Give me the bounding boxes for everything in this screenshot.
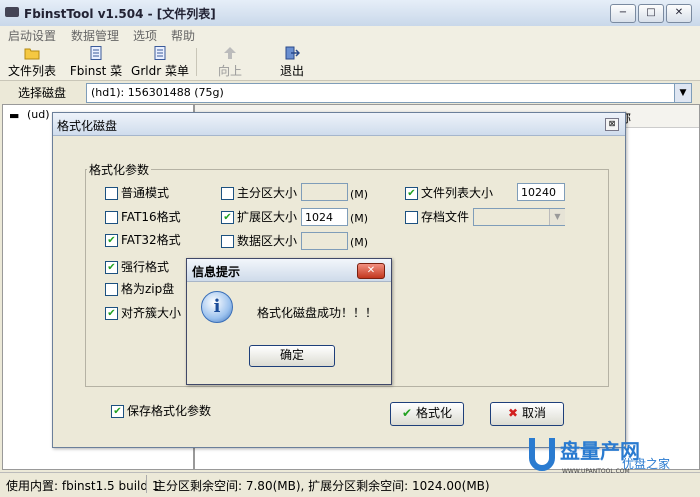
checkbox-label: 对齐簇大小: [121, 306, 182, 320]
checkbox-label: 普通模式: [121, 186, 170, 200]
close-icon[interactable]: ⊠: [605, 118, 619, 131]
close-button[interactable]: ✕: [666, 4, 692, 23]
status-divider: [146, 475, 147, 493]
format-params-title: 格式化参数: [87, 161, 152, 178]
ok-button[interactable]: 确定: [249, 345, 335, 367]
checkbox-label: FAT32格式: [121, 233, 181, 247]
document-icon: [154, 46, 166, 60]
svg-text:WWW.UPANTOOL.COM: WWW.UPANTOOL.COM: [562, 468, 630, 474]
checkmark-icon[interactable]: ✔: [111, 405, 124, 418]
file-list-button[interactable]: 文件列表: [6, 46, 58, 79]
menu-help[interactable]: 帮助: [171, 27, 195, 44]
status-space: 主分区剩余空间: 7.80(MB), 扩展分区剩余空间: 1024.00(MB): [154, 479, 490, 493]
chevron-down-icon[interactable]: ▼: [674, 84, 691, 102]
menu-bar: 启动设置 数据管理 选项 帮助: [0, 26, 700, 44]
message-titlebar: 信息提示 ✕: [187, 259, 391, 282]
checkmark-icon[interactable]: ✔: [105, 261, 118, 274]
extended-size-unit: (M): [350, 212, 369, 225]
checkbox-box[interactable]: [105, 283, 118, 296]
window-title: FbinstTool v1.504 - [文件列表]: [24, 7, 216, 21]
menu-options[interactable]: 选项: [133, 27, 157, 44]
checkbox-label: FAT16格式: [121, 210, 181, 224]
primary-size-unit: (M): [350, 188, 369, 201]
checkbox-label: 格为zip盘: [121, 282, 175, 296]
checkbox-label: 主分区大小: [237, 186, 298, 200]
menu-data-management[interactable]: 数据管理: [71, 27, 119, 44]
disk-select-value: (hd1): 156301488 (75g): [91, 86, 224, 99]
info-message-box: 信息提示 ✕ i 格式化磁盘成功！！！ 确定: [186, 258, 392, 385]
chevron-down-icon[interactable]: ▼: [549, 209, 565, 225]
status-bar: 使用内置: fbinst1.5 build 1 主分区剩余空间: 7.80(MB…: [0, 472, 700, 497]
extended-size-input[interactable]: 1024: [301, 208, 348, 226]
checkmark-icon[interactable]: ✔: [105, 307, 118, 320]
format-dialog-titlebar: 格式化磁盘 ⊠: [53, 113, 625, 136]
format-dialog-title: 格式化磁盘: [57, 119, 118, 133]
disk-select[interactable]: (hd1): 156301488 (75g) ▼: [86, 83, 692, 103]
file-list-size-input[interactable]: 10240: [517, 183, 565, 201]
checkbox-label: 数据区大小: [237, 234, 298, 248]
message-title: 信息提示: [192, 265, 241, 279]
tree-root[interactable]: (ud): [27, 108, 50, 121]
minimize-button[interactable]: −: [610, 4, 636, 23]
info-icon: i: [201, 291, 233, 323]
maximize-button[interactable]: □: [638, 4, 664, 23]
checkbox-box[interactable]: [221, 187, 234, 200]
menu-boot-settings[interactable]: 启动设置: [8, 27, 56, 44]
cancel-button[interactable]: ✖ 取消: [490, 402, 564, 426]
checkbox-label: 存档文件: [421, 210, 470, 224]
folder-icon: [24, 48, 40, 60]
checkmark-icon[interactable]: ✔: [105, 234, 118, 247]
checkmark-icon[interactable]: ✔: [405, 187, 418, 200]
primary-size-input[interactable]: [301, 183, 348, 201]
format-button-label: 格式化: [415, 406, 452, 420]
checkbox-label: 扩展区大小: [237, 210, 298, 224]
checkmark-icon: ✔: [402, 406, 413, 420]
data-size-unit: (M): [350, 236, 369, 249]
checkbox-label: 强行格式: [121, 260, 170, 274]
disk-label: 选择磁盘: [18, 86, 67, 100]
close-icon[interactable]: ✕: [357, 263, 385, 279]
toolbar: 文件列表 Fbinst 菜单 Grldr 菜单 向上 退出: [0, 44, 700, 95]
up-icon: [224, 47, 236, 59]
x-icon: ✖: [508, 406, 519, 420]
toolbar-divider: [196, 48, 197, 76]
document-icon: [90, 46, 102, 60]
exit-button[interactable]: 退出: [272, 46, 312, 79]
up-label: 向上: [217, 64, 242, 78]
upantool-watermark-logo: 盘量产网 优盘之家 WWW.UPANTOOL.COM: [529, 438, 670, 474]
format-button[interactable]: ✔ 格式化: [390, 402, 464, 426]
message-text: 格式化磁盘成功！！！: [257, 306, 378, 320]
title-bar: FbinstTool v1.504 - [文件列表] − □ ✕: [0, 0, 700, 27]
exit-icon: [285, 46, 300, 60]
exit-label: 退出: [279, 64, 304, 78]
checkbox-box[interactable]: [105, 187, 118, 200]
grldr-menu-label: Grldr 菜单: [131, 64, 189, 78]
status-builtin: 使用内置: fbinst1.5 build 1: [6, 479, 160, 493]
grldr-menu-button[interactable]: Grldr 菜单: [130, 46, 190, 79]
checkbox-box[interactable]: [405, 211, 418, 224]
drive-icon: ▬: [9, 109, 20, 122]
checkbox-box[interactable]: [221, 235, 234, 248]
app-icon: [5, 7, 19, 17]
checkbox-label: 保存格式化参数: [127, 404, 212, 418]
checkbox-box[interactable]: [105, 211, 118, 224]
cancel-button-label: 取消: [521, 406, 546, 420]
checkbox-label: 文件列表大小: [421, 186, 494, 200]
file-list-label: 文件列表: [7, 64, 56, 78]
data-size-input[interactable]: [301, 232, 348, 250]
up-button[interactable]: 向上: [210, 46, 250, 79]
checkmark-icon[interactable]: ✔: [221, 211, 234, 224]
